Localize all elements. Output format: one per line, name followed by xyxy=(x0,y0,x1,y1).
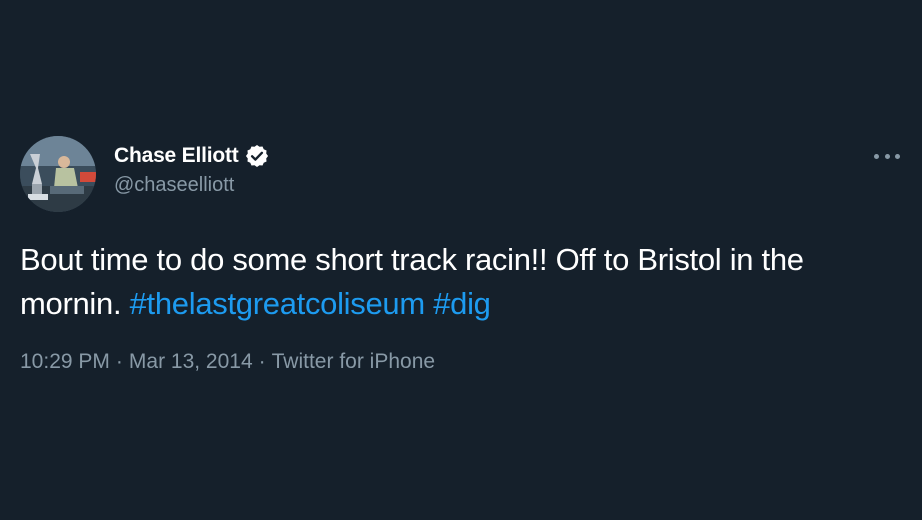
verified-badge-icon xyxy=(244,143,270,169)
tweet-source[interactable]: Twitter for iPhone xyxy=(272,350,435,373)
avatar[interactable] xyxy=(20,136,96,212)
meta-separator: · xyxy=(258,350,266,373)
more-dot xyxy=(884,153,890,159)
tweet-text: Bout time to do some short track racin!!… xyxy=(20,238,900,326)
more-dot xyxy=(874,153,879,159)
handle[interactable]: @chaseelliott xyxy=(114,174,270,197)
more-dot xyxy=(895,153,900,159)
tweet-meta: 10:29 PM · Mar 13, 2014 · Twitter for iPhone xyxy=(20,350,435,374)
tweet-time[interactable]: 10:29 PM xyxy=(20,350,110,373)
author-block: Chase Elliott @chaseelliott xyxy=(114,142,270,197)
avatar-image xyxy=(20,136,96,212)
more-options-icon[interactable] xyxy=(874,146,900,166)
hashtag-link[interactable]: #thelastgreatcoliseum xyxy=(130,286,426,321)
meta-separator: · xyxy=(115,350,123,373)
tweet-date[interactable]: Mar 13, 2014 xyxy=(129,350,253,373)
tweet-card: Chase Elliott @chaseelliott Bout time to… xyxy=(0,0,922,520)
hashtag-link[interactable]: #dig xyxy=(433,286,491,321)
display-name[interactable]: Chase Elliott xyxy=(114,144,239,168)
name-row: Chase Elliott xyxy=(114,142,270,170)
